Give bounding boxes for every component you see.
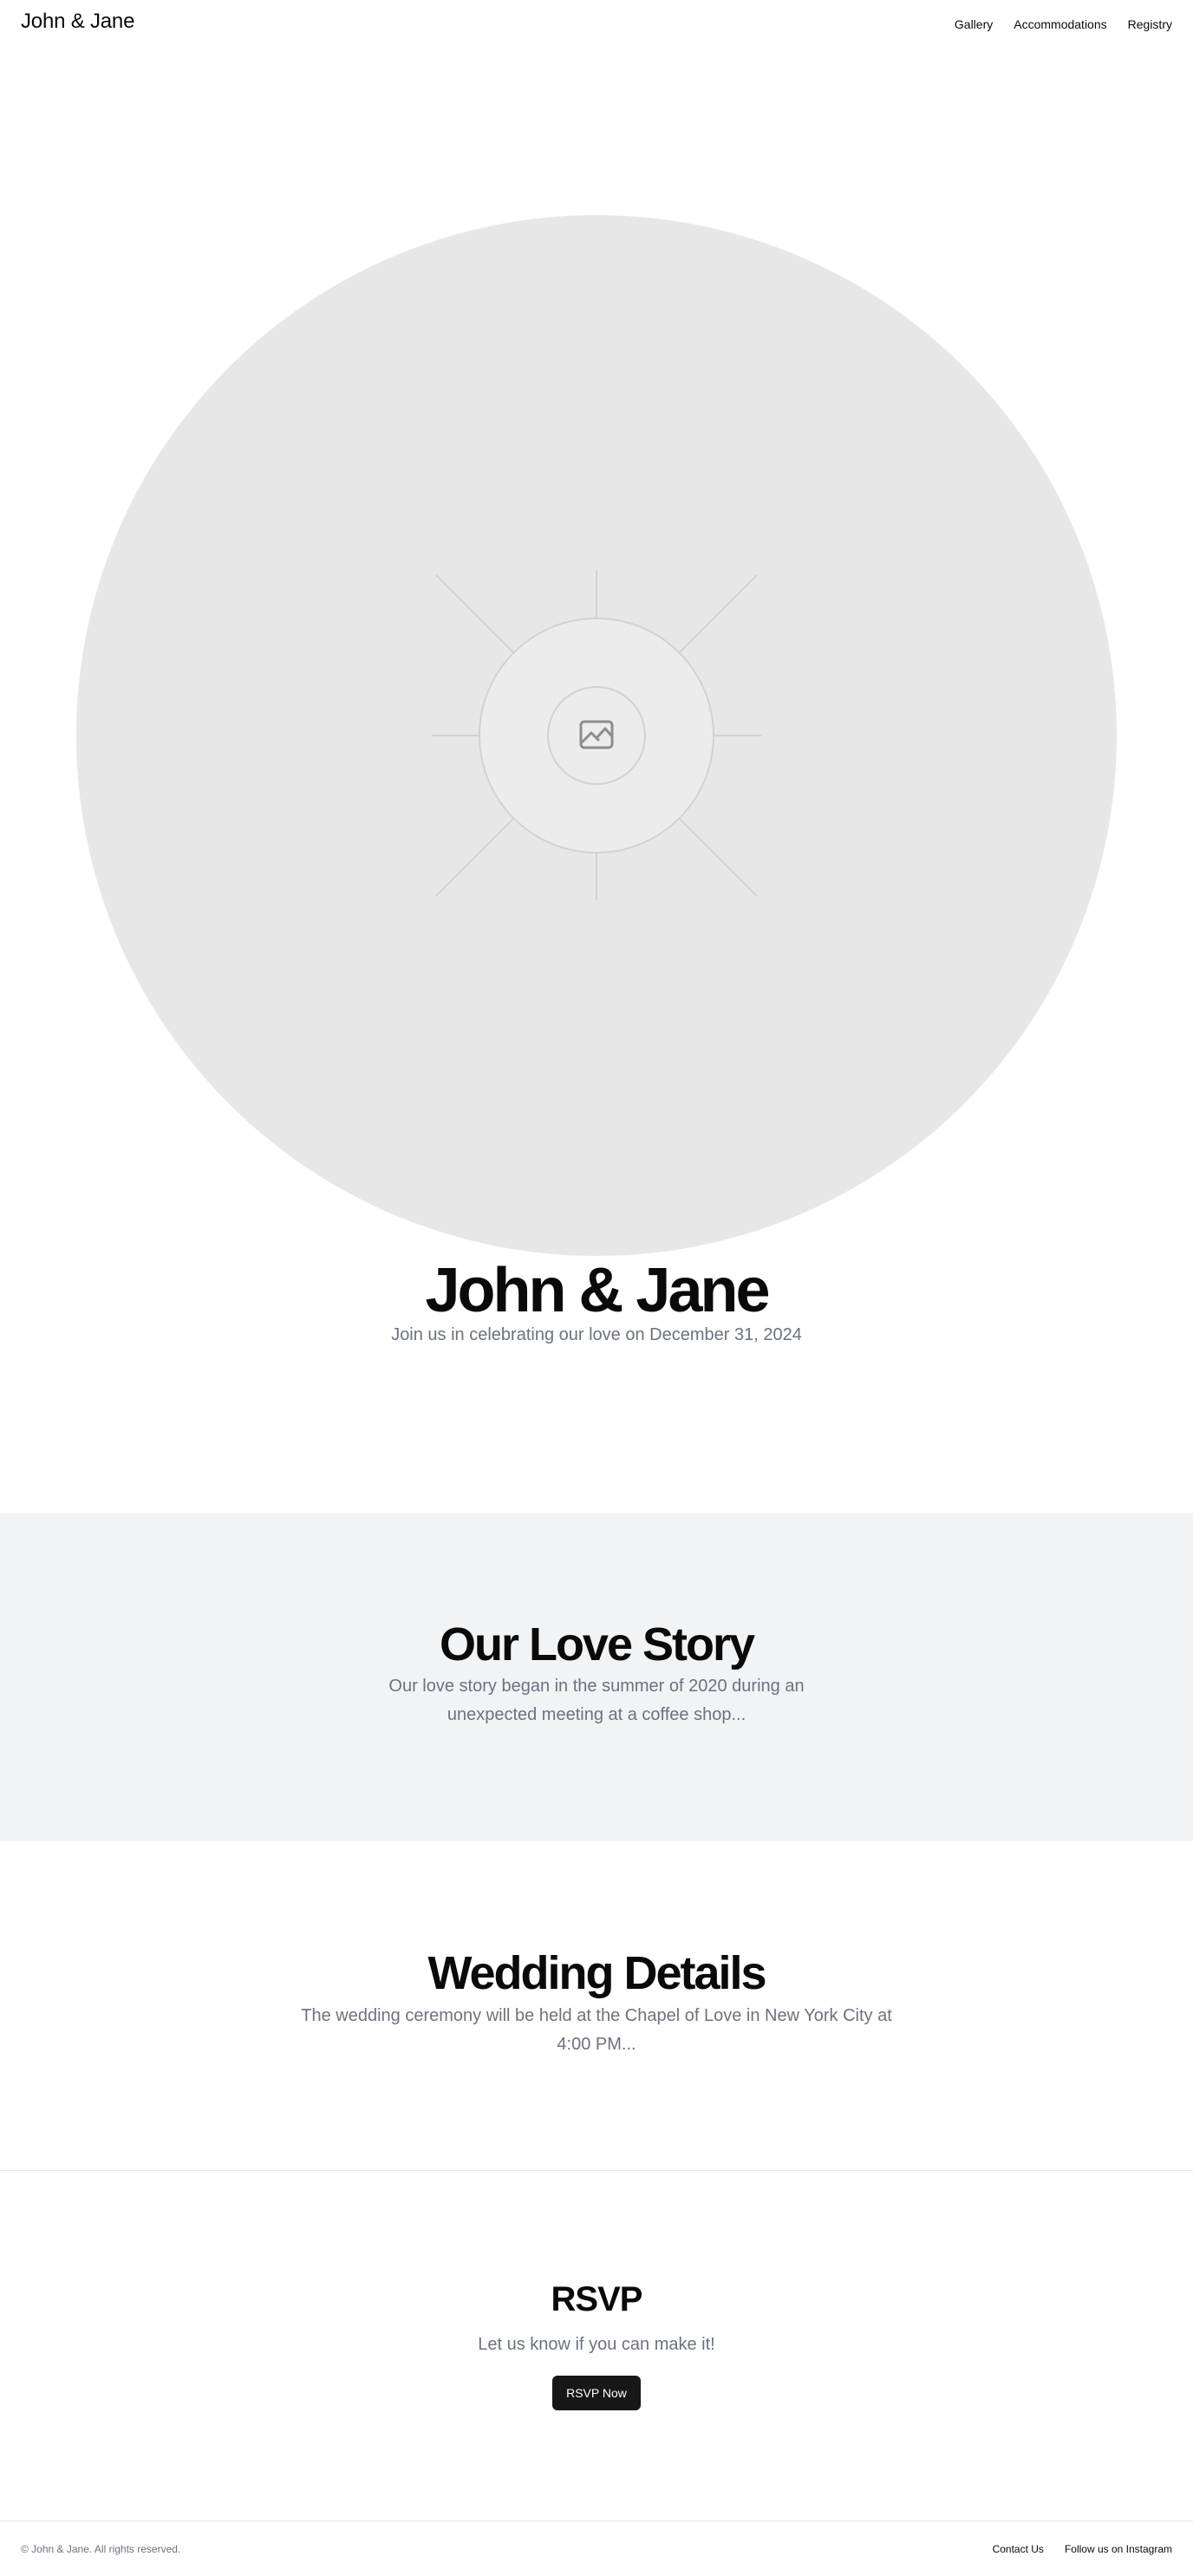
nav-link-gallery[interactable]: Gallery	[955, 16, 993, 32]
hero-subtitle: Join us in celebrating our love on Decem…	[391, 1325, 802, 1344]
footer-link-instagram[interactable]: Follow us on Instagram	[1065, 2542, 1172, 2556]
main-nav: Gallery Accommodations Registry	[955, 16, 1172, 32]
copyright-text: © John & Jane. All rights reserved.	[21, 2543, 181, 2555]
nav-link-accommodations[interactable]: Accommodations	[1014, 16, 1106, 32]
rsvp-title: RSVP	[551, 2280, 643, 2318]
wedding-details-section: Wedding Details The wedding ceremony wil…	[0, 1841, 1193, 2171]
wedding-details-text: The wedding ceremony will be held at the…	[301, 2006, 892, 2054]
footer-links: Contact Us Follow us on Instagram	[993, 2542, 1172, 2556]
rsvp-now-button[interactable]: RSVP Now	[552, 2376, 641, 2410]
love-story-text: Our love story began in the summer of 20…	[388, 1677, 805, 1724]
wedding-details-title: Wedding Details	[427, 1947, 766, 1999]
rsvp-text: Let us know if you can make it!	[478, 2335, 715, 2354]
image-placeholder-icon	[432, 571, 761, 900]
rsvp-section: RSVP Let us know if you can make it! RSV…	[0, 2172, 1193, 2521]
hero-image-placeholder	[76, 215, 1117, 1256]
brand-logo-link[interactable]: John & Jane	[21, 10, 134, 34]
love-story-title: Our Love Story	[439, 1618, 755, 1670]
site-header: John & Jane Gallery Accommodations Regis…	[0, 0, 1193, 49]
footer-link-contact-us[interactable]: Contact Us	[993, 2542, 1044, 2556]
nav-link-registry[interactable]: Registry	[1128, 16, 1172, 32]
site-footer: © John & Jane. All rights reserved. Cont…	[0, 2522, 1193, 2576]
love-story-section: Our Love Story Our love story began in t…	[0, 1514, 1193, 1841]
hero-title: John & Jane	[425, 1256, 770, 1325]
